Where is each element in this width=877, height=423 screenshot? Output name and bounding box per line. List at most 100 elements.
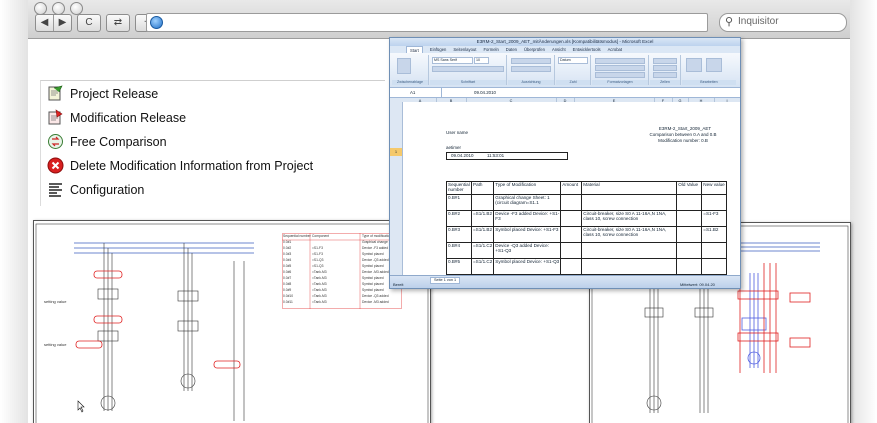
table-cell: 0.0#10 bbox=[283, 294, 294, 298]
search-placeholder: Inquisitor bbox=[738, 16, 779, 27]
font-size-field[interactable]: 10 bbox=[474, 57, 489, 64]
row-header-selected[interactable]: 1 bbox=[390, 148, 402, 156]
conditional-format-button[interactable] bbox=[595, 58, 645, 64]
status-ready: Bereit bbox=[393, 282, 404, 287]
table-cell: =Tank-M3 bbox=[312, 294, 327, 298]
header-cell: Old Value bbox=[676, 181, 703, 195]
header-cell: Type of modification bbox=[362, 234, 392, 238]
tab-formeln[interactable]: Formeln bbox=[483, 46, 498, 53]
sync-button[interactable]: ⇄ bbox=[106, 14, 130, 32]
tab-start[interactable]: Start bbox=[406, 46, 423, 53]
search-field[interactable]: ⚲ Inquisitor bbox=[719, 13, 847, 32]
alignment-buttons[interactable] bbox=[511, 58, 551, 64]
table-cell: Device -Q3 added Device: +S1-Q3 bbox=[493, 242, 562, 259]
table-cell: 0.B#4 bbox=[446, 242, 472, 259]
table-cell bbox=[676, 242, 703, 259]
table-cell: =S1/1.B2 bbox=[470, 226, 495, 243]
table-cell: 0.B#3 bbox=[446, 226, 472, 243]
header-cell: Sequential number bbox=[283, 234, 311, 238]
free-comparison-icon bbox=[47, 133, 64, 150]
user-name-value: aetimer bbox=[446, 145, 462, 150]
forward-button[interactable]: ▶ bbox=[53, 15, 71, 31]
find-select-button[interactable] bbox=[706, 58, 722, 72]
table-header-row: Sequential number Component Type of modifi… bbox=[282, 233, 402, 240]
header-cell: Amount bbox=[560, 181, 583, 195]
table-cell bbox=[701, 258, 728, 275]
table-row: 0.0#11 =Tank-M3 Device -M3 added bbox=[282, 300, 402, 306]
indent-buttons[interactable] bbox=[511, 66, 551, 72]
menu-item-modification-release[interactable]: Modification Release bbox=[47, 109, 186, 126]
table-cell: Device -M3 added bbox=[362, 300, 389, 304]
menu-item-delete-modification[interactable]: Delete Modification Information from Pro… bbox=[47, 157, 313, 174]
table-format-button[interactable] bbox=[595, 65, 645, 71]
table-cell: Device -Q3 added bbox=[362, 294, 389, 298]
table-cell: =S1/1.C2 bbox=[470, 258, 495, 275]
delete-button[interactable] bbox=[653, 65, 677, 71]
tab-ansicht[interactable]: Ansicht bbox=[552, 46, 566, 53]
table-cell: Device -F3 added bbox=[362, 246, 389, 250]
menu-item-label: Delete Modification Information from Pro… bbox=[70, 158, 314, 173]
table-cell bbox=[560, 258, 583, 275]
mouse-cursor-icon bbox=[77, 400, 85, 413]
menu-item-label: Free Comparison bbox=[70, 134, 167, 149]
tab-einfuegen[interactable]: Einfügen bbox=[430, 46, 447, 53]
tab-acrobat[interactable]: Acrobat bbox=[608, 46, 622, 53]
table-row: 0.B#2 =S1/1.B2 Device -F3 added Device: +S… bbox=[446, 210, 728, 227]
table-cell bbox=[701, 242, 728, 259]
table-cell: 0.0#8 bbox=[283, 282, 292, 286]
table-cell: 0.B#5 bbox=[446, 258, 472, 275]
release-menu: Project Release Modification Release Fre… bbox=[40, 80, 385, 206]
table-cell: 0.0#7 bbox=[283, 276, 292, 280]
tab-ueberpruefen[interactable]: Überprüfen bbox=[524, 46, 545, 53]
header-cell: Sequential number bbox=[446, 181, 472, 195]
menu-item-project-release[interactable]: Project Release bbox=[47, 85, 158, 102]
paste-button[interactable] bbox=[397, 58, 411, 74]
formula-input[interactable]: 09.04.2010 bbox=[474, 88, 496, 97]
back-button[interactable]: ◀ bbox=[36, 15, 53, 31]
name-box[interactable]: A1 bbox=[392, 88, 442, 97]
project-release-icon bbox=[47, 85, 64, 102]
left-shade bbox=[0, 0, 28, 423]
font-name-field[interactable]: MS Sans Serif bbox=[432, 57, 473, 64]
table-cell: 0.0#2 bbox=[283, 246, 292, 250]
nav-buttons: ◀ ▶ C ⇄ + bbox=[35, 14, 159, 32]
table-cell: 0.0#11 bbox=[283, 300, 293, 304]
number-format-field[interactable]: Datum bbox=[558, 57, 588, 64]
reload-button[interactable]: C bbox=[77, 14, 101, 32]
table-cell: =Tank-M3 bbox=[312, 300, 327, 304]
address-bar[interactable] bbox=[146, 13, 708, 32]
tab-daten[interactable]: Daten bbox=[506, 46, 517, 53]
report-page: E3RM-2_Start_2009_AET Comparison between… bbox=[404, 102, 740, 276]
sort-filter-button[interactable] bbox=[686, 58, 702, 72]
table-cell: Symbol placed Device: +S1-Q3 bbox=[493, 258, 562, 275]
header-cell: Path bbox=[470, 181, 495, 195]
group-styles: Formatvorlagen bbox=[592, 55, 649, 85]
screenshot-frame: ◀ ▶ C ⇄ + ⚲ Inquisitor Project Releas bbox=[0, 0, 877, 423]
table-cell bbox=[560, 242, 583, 259]
table-cell bbox=[560, 210, 583, 227]
table-cell bbox=[676, 210, 703, 227]
cell-styles-button[interactable] bbox=[595, 72, 645, 78]
tab-seitenlayout[interactable]: Seitenlayout bbox=[453, 46, 476, 53]
menu-item-configuration[interactable]: Configuration bbox=[47, 181, 144, 198]
font-format-buttons[interactable] bbox=[432, 66, 504, 72]
table-cell: Symbol placed bbox=[362, 288, 384, 292]
table-cell bbox=[560, 194, 583, 211]
browser-toolbar: ◀ ▶ C ⇄ + ⚲ Inquisitor bbox=[28, 0, 850, 39]
format-button[interactable] bbox=[653, 72, 677, 78]
group-editing: Bearbeiten bbox=[682, 55, 736, 85]
header-cell: Material bbox=[581, 181, 678, 195]
table-cell: Symbol placed bbox=[362, 264, 384, 268]
table-cell: Symbol placed Device: +S1-F3 bbox=[493, 226, 562, 243]
report-comparison: Comparison between 0.A and 0.B bbox=[649, 132, 717, 137]
schematic-sheet-left: setting value setting value Sequential n… bbox=[33, 220, 431, 423]
table-cell: 0.0#5 bbox=[283, 264, 292, 268]
sheet-tab[interactable]: Seite 1 von 1 bbox=[430, 277, 461, 284]
table-cell bbox=[676, 194, 703, 211]
insert-button[interactable] bbox=[653, 58, 677, 64]
table-cell: Device -Q3 added bbox=[362, 258, 389, 262]
tab-entwicklertools[interactable]: Entwicklertools bbox=[573, 46, 601, 53]
row-headers: 1 bbox=[390, 102, 403, 276]
menu-item-free-comparison[interactable]: Free Comparison bbox=[47, 133, 167, 150]
table-cell: Symbol placed bbox=[362, 252, 384, 256]
